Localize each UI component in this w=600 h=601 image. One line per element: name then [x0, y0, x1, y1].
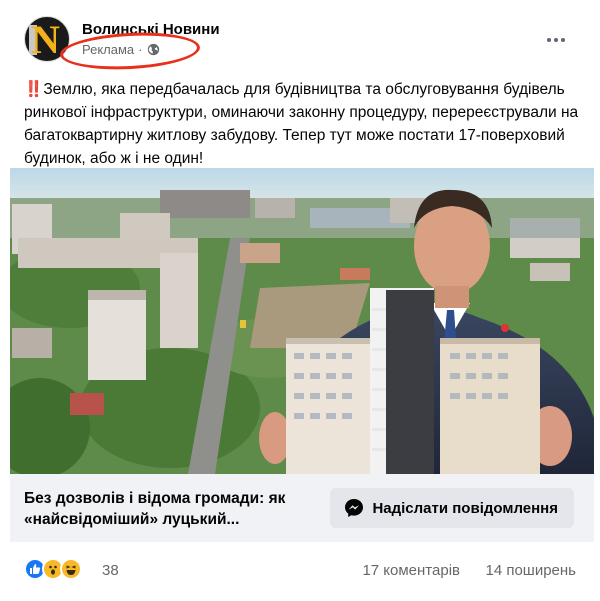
engagement-bar: 38 17 коментарів 14 поширень — [24, 556, 580, 586]
post-image[interactable] — [10, 168, 594, 474]
reaction-count[interactable]: 38 — [102, 562, 119, 579]
dot-icon — [554, 38, 558, 42]
reactions-group[interactable] — [24, 558, 82, 580]
send-message-button[interactable]: Надіслати повідомлення — [330, 488, 574, 528]
page-name[interactable]: Волинські Новини — [82, 21, 220, 38]
messenger-icon — [345, 499, 364, 517]
globe-icon — [147, 43, 159, 56]
comments-count[interactable]: 17 коментарів — [362, 562, 460, 579]
dot-icon — [547, 38, 551, 42]
city-aerial-photo — [10, 168, 594, 474]
sponsored-label[interactable]: Реклама — [82, 42, 134, 57]
post-header: N Волинські Новини Реклама · — [24, 16, 584, 73]
shares-count[interactable]: 14 поширень — [485, 562, 576, 579]
logo-letter: N — [31, 17, 60, 62]
haha-icon — [60, 558, 82, 580]
post-body: Землю, яка передбачалась для будівництва… — [24, 81, 579, 167]
ad-cta-bar[interactable]: Без дозволів і відома громади: як «найсв… — [10, 474, 594, 542]
dot-icon — [561, 38, 565, 42]
post-text: ‼️Землю, яка передбачалась для будівницт… — [24, 78, 580, 170]
sponsored-line: Реклама · — [82, 42, 160, 57]
more-options-button[interactable] — [540, 26, 572, 54]
double-exclamation-icon: ‼️ — [24, 81, 44, 98]
send-message-label: Надіслати повідомлення — [372, 499, 558, 517]
separator: · — [138, 42, 143, 57]
ad-headline[interactable]: Без дозволів і відома громади: як «найсв… — [24, 488, 324, 530]
page-avatar[interactable]: N — [24, 16, 70, 62]
